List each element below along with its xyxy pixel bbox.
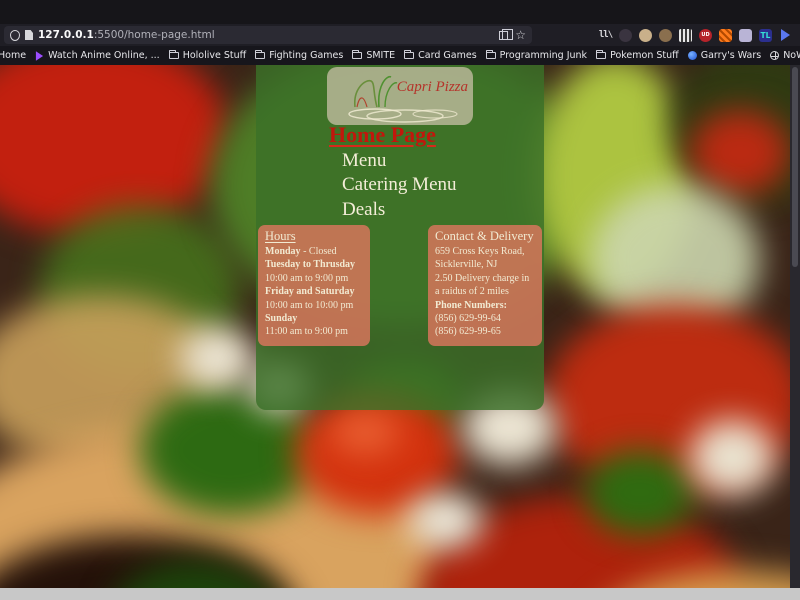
content-panel: Capri Pizza Home Page Menu Catering Menu… <box>256 65 544 410</box>
nav-deals-link[interactable]: Deals <box>342 199 385 220</box>
nav-home-page-link[interactable]: Home Page <box>329 122 436 147</box>
contact-title: Contact & Delivery <box>435 229 535 244</box>
hours-tue-thu-hours: 10:00 am to 9:00 pm <box>265 272 363 285</box>
nav-catering-menu-link[interactable]: Catering Menu <box>342 174 457 195</box>
play-icon <box>36 51 43 61</box>
urban-dictionary-icon[interactable]: UD <box>699 29 712 42</box>
bookmark-folder-smite[interactable]: SMITE <box>352 50 395 61</box>
hours-fri-sat-label: Friday and Saturday <box>265 285 363 298</box>
hours-tue-thu-label: Tuesday to Thrusday <box>265 258 363 271</box>
hours-sunday-label: Sunday <box>265 312 363 325</box>
bookmark-folder-card-games[interactable]: Card Games <box>404 50 476 61</box>
nav-menu-link[interactable]: Menu <box>342 150 386 171</box>
logo-text: Capri Pizza <box>397 79 468 96</box>
folder-icon <box>255 52 265 59</box>
bookmarks-bar: Home Watch Anime Online, ... Hololive St… <box>0 46 800 65</box>
folder-icon <box>169 52 179 59</box>
extension-orange-stripes-icon[interactable] <box>719 29 732 42</box>
bottom-border-strip <box>0 588 800 600</box>
tracking-protection-shield-icon[interactable] <box>10 30 20 41</box>
extension-avatar-cat-icon[interactable] <box>639 29 652 42</box>
hours-title: Hours <box>265 229 363 244</box>
contact-phone-label: Phone Numbers: <box>435 299 535 312</box>
browser-window: 127.0.0.1:5500/home-page.html ☆ ll\ UD T… <box>0 0 800 600</box>
extension-grid-icon[interactable] <box>679 29 692 42</box>
bookmark-home[interactable]: Home <box>0 50 26 61</box>
blue-globe-favicon <box>688 51 697 60</box>
page-info-icon[interactable] <box>25 30 33 40</box>
extension-tl-icon[interactable]: TL <box>759 29 772 42</box>
main-navigation: Home Page Menu Catering Menu Deals <box>342 123 457 222</box>
folder-icon <box>486 52 496 59</box>
scrollbar-thumb[interactable] <box>792 67 798 267</box>
contact-delivery-box: Contact & Delivery 659 Cross Keys Road, … <box>428 225 542 346</box>
folder-icon <box>596 52 606 59</box>
extension-toolbar: ll\ UD TL <box>599 29 796 42</box>
bookmark-folder-pokemon-stuff[interactable]: Pokemon Stuff <box>596 50 679 61</box>
url-text[interactable]: 127.0.0.1:5500/home-page.html <box>38 29 494 41</box>
url-bar[interactable]: 127.0.0.1:5500/home-page.html ☆ <box>4 26 532 44</box>
bookmark-folder-fighting-games[interactable]: Fighting Games <box>255 50 343 61</box>
url-path: :5500/home-page.html <box>94 29 215 41</box>
contact-phone-2: (856) 629-99-65 <box>435 325 535 338</box>
logo-island-sketch-icon <box>327 67 473 125</box>
extension-avatar-brown-icon[interactable] <box>659 29 672 42</box>
page-scrollbar[interactable] <box>790 65 800 588</box>
copy-pages-icon[interactable] <box>499 31 508 40</box>
contact-address-line2: Sicklerville, NJ <box>435 258 535 271</box>
library-icon[interactable]: ll\ <box>599 29 612 42</box>
folder-icon <box>404 52 414 59</box>
browser-navbar: 127.0.0.1:5500/home-page.html ☆ ll\ UD T… <box>0 24 800 46</box>
hours-monday-row: Monday - Closed <box>265 245 363 258</box>
url-host: 127.0.0.1 <box>38 29 94 41</box>
hours-box: Hours Monday - Closed Tuesday to Thrusda… <box>258 225 370 346</box>
hours-sunday-hours: 11:00 am to 9:00 pm <box>265 325 363 338</box>
extension-avatar-dark-icon[interactable] <box>619 29 632 42</box>
hours-fri-sat-hours: 10:00 am to 10:00 pm <box>265 299 363 312</box>
contact-phone-1: (856) 629-99-64 <box>435 312 535 325</box>
capri-pizza-logo: Capri Pizza <box>327 67 473 125</box>
bookmark-folder-hololive[interactable]: Hololive Stuff <box>169 50 247 61</box>
browser-titlebar <box>0 0 800 24</box>
bookmark-folder-programming-junk[interactable]: Programming Junk <box>486 50 587 61</box>
globe-icon <box>770 51 779 60</box>
contact-address-line1: 659 Cross Keys Road, <box>435 245 535 258</box>
bookmark-watch-anime[interactable]: Watch Anime Online, ... <box>35 50 160 62</box>
extension-face-icon[interactable] <box>739 29 752 42</box>
extension-play-icon[interactable] <box>779 29 792 42</box>
bookmark-garrys-wars[interactable]: Garry's Wars <box>688 50 762 61</box>
folder-icon <box>352 52 362 59</box>
page-viewport: Capri Pizza Home Page Menu Catering Menu… <box>0 65 800 588</box>
bookmark-star-icon[interactable]: ☆ <box>515 29 526 41</box>
contact-delivery-charge: 2.50 Delivery charge in a raidus of 2 mi… <box>435 272 535 299</box>
bookmark-nowayu[interactable]: NoWaYu <box>770 50 800 61</box>
